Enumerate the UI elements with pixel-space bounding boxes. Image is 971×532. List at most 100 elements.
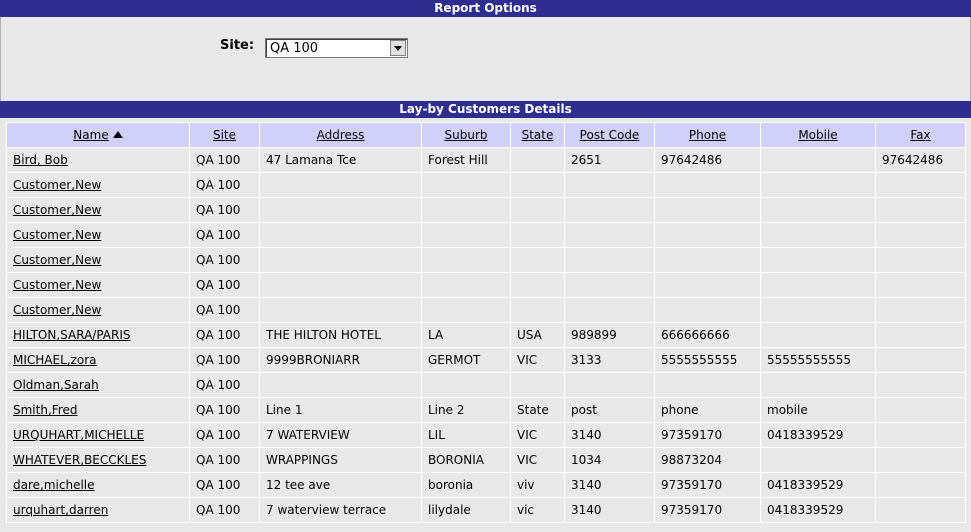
cell-state: viv	[510, 472, 565, 498]
cell-phone: 666666666	[654, 322, 761, 348]
sort-link-suburb[interactable]: Suburb	[445, 128, 488, 142]
cell-post-code	[564, 272, 655, 298]
cell-post-code: 3140	[564, 422, 655, 448]
customer-name-link[interactable]: Bird, Bob	[13, 153, 68, 167]
customer-name-link[interactable]: MICHAEL,zora	[13, 353, 97, 367]
customer-name-link[interactable]: Smith,Fred	[13, 403, 77, 417]
cell-name: WHATEVER,BECCKLES	[6, 447, 190, 473]
customer-name-link[interactable]: Customer,New	[13, 178, 101, 192]
cell-state	[510, 172, 565, 198]
dropdown-arrow-button[interactable]	[390, 40, 406, 56]
cell-address	[259, 247, 422, 273]
sort-link-site[interactable]: Site	[213, 128, 236, 142]
sort-link-name[interactable]: Name	[73, 128, 108, 142]
customer-name-link[interactable]: Customer,New	[13, 303, 101, 317]
cell-post-code: 989899	[564, 322, 655, 348]
report-options-header: Report Options	[0, 0, 971, 17]
cell-name: Customer,New	[6, 297, 190, 323]
customer-name-link[interactable]: urquhart,darren	[13, 503, 108, 517]
table-row: Bird, Bob QA 100 47 Lamana Tce Forest Hill 2…	[6, 147, 966, 173]
cell-suburb	[421, 172, 511, 198]
cell-mobile	[760, 272, 876, 298]
cell-suburb	[421, 297, 511, 323]
cell-phone	[654, 247, 761, 273]
cell-post-code: 3140	[564, 497, 655, 523]
cell-site: QA 100	[189, 422, 260, 448]
customer-name-link[interactable]: Customer,New	[13, 278, 101, 292]
sort-link-phone[interactable]: Phone	[689, 128, 726, 142]
cell-mobile	[760, 197, 876, 223]
cell-suburb	[421, 197, 511, 223]
cell-name: Smith,Fred	[6, 397, 190, 423]
customer-name-link[interactable]: dare,michelle	[13, 478, 95, 492]
cell-name: Customer,New	[6, 272, 190, 298]
cell-mobile	[760, 372, 876, 398]
cell-name: Customer,New	[6, 247, 190, 273]
sort-link-address[interactable]: Address	[317, 128, 365, 142]
site-select-value: QA 100	[270, 41, 319, 56]
cell-phone: 98873204	[654, 447, 761, 473]
customer-name-link[interactable]: WHATEVER,BECCKLES	[13, 453, 146, 467]
cell-suburb: LIL	[421, 422, 511, 448]
column-header-mobile: Mobile	[760, 122, 876, 148]
cell-mobile: 0418339529	[760, 422, 876, 448]
table-row: MICHAEL,zora QA 100 9999BRONIARR GERMOT VIC 3…	[6, 347, 966, 373]
customer-name-link[interactable]: URQUHART,MICHELLE	[13, 428, 144, 442]
table-row: WHATEVER,BECCKLES QA 100 WRAPPINGS BORONIA V…	[6, 447, 966, 473]
cell-mobile: 0418339529	[760, 497, 876, 523]
cell-mobile	[760, 297, 876, 323]
cell-post-code	[564, 372, 655, 398]
cell-fax	[875, 372, 966, 398]
sort-link-state[interactable]: State	[522, 128, 554, 142]
site-label: Site:	[220, 38, 255, 53]
cell-suburb: GERMOT	[421, 347, 511, 373]
cell-site: QA 100	[189, 322, 260, 348]
cell-suburb: lilydale	[421, 497, 511, 523]
cell-site: QA 100	[189, 297, 260, 323]
cell-phone: 97642486	[654, 147, 761, 173]
cell-post-code: 1034	[564, 447, 655, 473]
customer-name-link[interactable]: Customer,New	[13, 203, 101, 217]
cell-mobile: 55555555555	[760, 347, 876, 373]
cell-fax	[875, 422, 966, 448]
column-header-fax: Fax	[875, 122, 966, 148]
cell-site: QA 100	[189, 397, 260, 423]
cell-fax	[875, 447, 966, 473]
sort-link-post-code[interactable]: Post Code	[580, 128, 640, 142]
cell-address	[259, 272, 422, 298]
cell-suburb	[421, 272, 511, 298]
cell-post-code: 3140	[564, 472, 655, 498]
cell-name: Customer,New	[6, 222, 190, 248]
cell-state: VIC	[510, 447, 565, 473]
cell-site: QA 100	[189, 372, 260, 398]
customer-name-link[interactable]: HILTON,SARA/PARIS	[13, 328, 131, 342]
column-header-post-code: Post Code	[564, 122, 655, 148]
cell-name: Bird, Bob	[6, 147, 190, 173]
customer-name-link[interactable]: Oldman,Sarah	[13, 378, 99, 392]
cell-mobile	[760, 147, 876, 173]
table-row: Customer,New QA 100	[6, 247, 966, 273]
column-header-phone: Phone	[654, 122, 761, 148]
sort-link-fax[interactable]: Fax	[910, 128, 930, 142]
customer-name-link[interactable]: Customer,New	[13, 253, 101, 267]
chevron-down-icon	[394, 45, 402, 51]
cell-state: USA	[510, 322, 565, 348]
cell-mobile	[760, 247, 876, 273]
cell-post-code: 3133	[564, 347, 655, 373]
cell-state: vic	[510, 497, 565, 523]
cell-phone	[654, 272, 761, 298]
cell-fax	[875, 172, 966, 198]
site-select[interactable]: QA 100	[265, 38, 408, 58]
cell-state	[510, 197, 565, 223]
cell-post-code: post	[564, 397, 655, 423]
cell-phone	[654, 222, 761, 248]
sort-link-mobile[interactable]: Mobile	[798, 128, 837, 142]
cell-mobile: mobile	[760, 397, 876, 423]
cell-address	[259, 372, 422, 398]
cell-state: VIC	[510, 347, 565, 373]
cell-post-code	[564, 247, 655, 273]
customer-name-link[interactable]: Customer,New	[13, 228, 101, 242]
cell-phone: 5555555555	[654, 347, 761, 373]
cell-name: Oldman,Sarah	[6, 372, 190, 398]
cell-state	[510, 147, 565, 173]
